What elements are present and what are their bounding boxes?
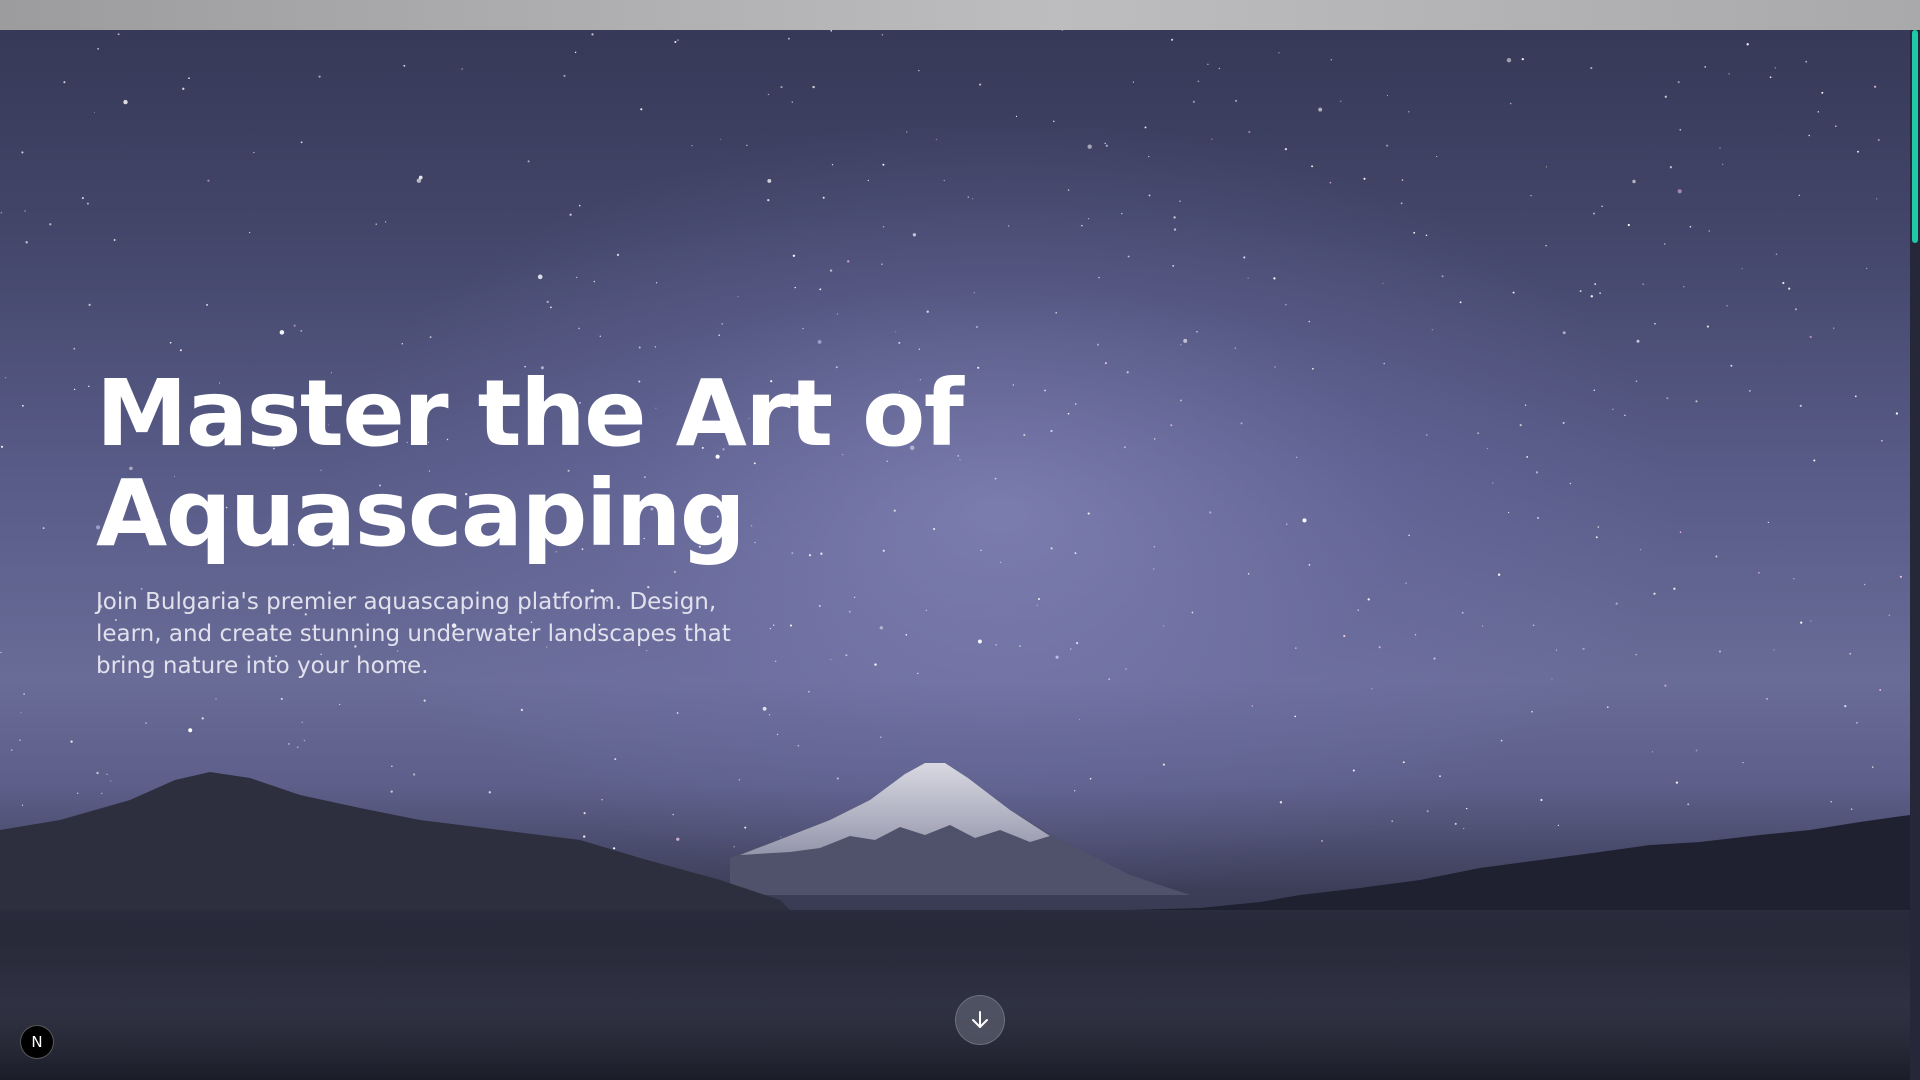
hero-section: Master the Art of Aquascaping Join Bulga… xyxy=(0,30,1910,1080)
hero-content: Master the Art of Aquascaping Join Bulga… xyxy=(96,364,996,682)
hero-title-line-1: Master the Art of xyxy=(96,360,964,467)
scrollbar-thumb[interactable] xyxy=(1912,30,1918,243)
page: Master the Art of Aquascaping Join Bulga… xyxy=(0,0,1920,1080)
hero-title-line-2: Aquascaping xyxy=(96,460,746,567)
hero-title: Master the Art of Aquascaping xyxy=(96,364,996,564)
scroll-down-button[interactable] xyxy=(955,995,1005,1045)
browser-top-bar xyxy=(0,0,1920,30)
nextjs-dev-badge[interactable]: N xyxy=(20,1025,54,1059)
nextjs-logo-icon: N xyxy=(31,1033,43,1051)
arrow-down-icon xyxy=(972,1011,988,1028)
hero-subtitle: Join Bulgaria's premier aquascaping plat… xyxy=(96,589,731,679)
